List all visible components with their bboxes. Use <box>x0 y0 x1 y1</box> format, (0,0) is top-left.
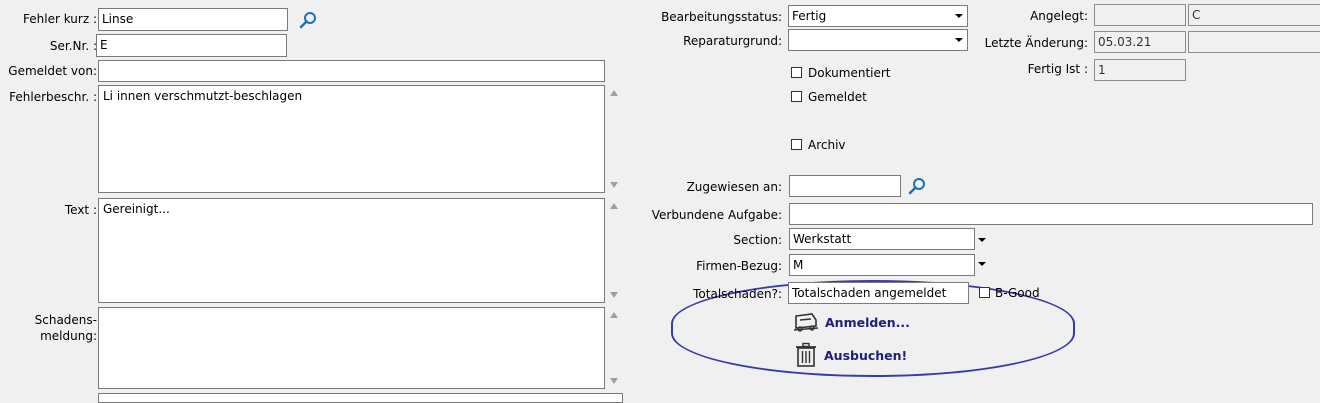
car-damage-icon[interactable] <box>792 311 820 335</box>
scroll-up-arrow-icon[interactable] <box>610 203 618 209</box>
scroll-up-arrow-icon[interactable] <box>610 312 618 318</box>
schadensmeldung-label-line2: meldung: <box>40 329 97 343</box>
fehlerbeschr-textarea[interactable]: Li innen verschmutzt-beschlagen <box>98 85 605 193</box>
schadensmeldung-scrollbar[interactable] <box>606 307 622 389</box>
zugewiesen-field[interactable] <box>789 175 901 197</box>
gemeldet-label: Gemeldet <box>808 90 867 104</box>
b-good-label: B-Good <box>995 286 1040 300</box>
reparaturgrund-dropdown[interactable] <box>788 29 968 51</box>
scroll-down-arrow-icon[interactable] <box>610 292 618 298</box>
angelegt-user-field: C <box>1188 4 1320 26</box>
firmen-bezug-dropdown-arrow-icon[interactable] <box>978 262 986 266</box>
letzte-aenderung-user-field <box>1188 31 1320 53</box>
scroll-down-arrow-icon[interactable] <box>610 182 618 188</box>
dropdown-arrow-icon[interactable] <box>955 14 963 18</box>
scroll-down-arrow-icon[interactable] <box>610 378 618 384</box>
fertig-ist-field: 1 <box>1094 59 1186 81</box>
firmen-bezug-dropdown[interactable]: M <box>789 254 975 276</box>
verbundene-aufgabe-label: Verbundene Aufgabe: <box>651 208 782 222</box>
schadensmeldung-textarea[interactable] <box>98 307 605 389</box>
fehlerbeschr-label: Fehlerbeschr. : <box>9 90 97 104</box>
fertig-ist-label: Fertig Ist : <box>1027 62 1088 76</box>
dokumentiert-label: Dokumentiert <box>808 66 891 80</box>
fehlerbeschr-scrollbar[interactable] <box>606 85 622 193</box>
section-dropdown[interactable]: Werkstatt <box>789 228 975 250</box>
dropdown-arrow-icon[interactable] <box>955 38 963 42</box>
section-value: Werkstatt <box>793 232 852 246</box>
gemeldet-checkbox[interactable] <box>791 91 802 102</box>
bearbeitungsstatus-dropdown[interactable]: Fertig <box>788 5 968 27</box>
zugewiesen-label: Zugewiesen an: <box>686 180 782 194</box>
fehler-kurz-label: Fehler kurz : <box>23 12 97 26</box>
gemeldet-von-field[interactable] <box>98 60 605 82</box>
text-label: Text : <box>64 203 97 217</box>
fehler-kurz-field[interactable]: Linse <box>98 8 288 31</box>
bearbeitungsstatus-value: Fertig <box>792 9 827 23</box>
archiv-label: Archiv <box>808 138 846 152</box>
anmelden-button[interactable]: Anmelden... <box>825 315 910 330</box>
totalschaden-label: Totalschaden?: <box>693 287 782 301</box>
totalschaden-field[interactable]: Totalschaden angemeldet <box>788 282 969 304</box>
section-dropdown-arrow-icon[interactable] <box>978 238 986 242</box>
firmen-bezug-value: M <box>793 258 804 272</box>
trash-icon[interactable] <box>795 342 817 368</box>
scroll-up-arrow-icon[interactable] <box>610 90 618 96</box>
section-label: Section: <box>733 233 782 247</box>
dokumentiert-checkbox[interactable] <box>791 67 802 78</box>
archiv-checkbox[interactable] <box>791 139 802 150</box>
fehler-kurz-search-icon[interactable] <box>298 10 318 30</box>
next-field-partial[interactable] <box>98 393 623 403</box>
firmen-bezug-label: Firmen-Bezug: <box>696 259 782 273</box>
verbundene-aufgabe-field[interactable] <box>789 203 1313 225</box>
angelegt-label: Angelegt: <box>1030 9 1088 23</box>
text-textarea[interactable]: Gereinigt... <box>98 198 605 303</box>
text-scrollbar[interactable] <box>606 198 622 303</box>
angelegt-date-field <box>1094 4 1186 26</box>
letzte-aenderung-date-field: 05.03.21 <box>1094 31 1186 53</box>
b-good-checkbox[interactable] <box>979 287 990 298</box>
bearbeitungsstatus-label: Bearbeitungsstatus: <box>661 10 782 24</box>
gemeldet-von-label: Gemeldet von: <box>8 64 97 78</box>
schadensmeldung-label-line1: Schadens- <box>34 313 97 327</box>
reparaturgrund-label: Reparaturgrund: <box>683 34 782 48</box>
sernr-label: Ser.Nr. : <box>49 39 97 53</box>
zugewiesen-search-icon[interactable] <box>907 176 927 196</box>
sernr-field[interactable]: E <box>96 34 287 57</box>
letzte-aenderung-label: Letzte Änderung: <box>984 36 1088 50</box>
ausbuchen-button[interactable]: Ausbuchen! <box>824 348 907 363</box>
